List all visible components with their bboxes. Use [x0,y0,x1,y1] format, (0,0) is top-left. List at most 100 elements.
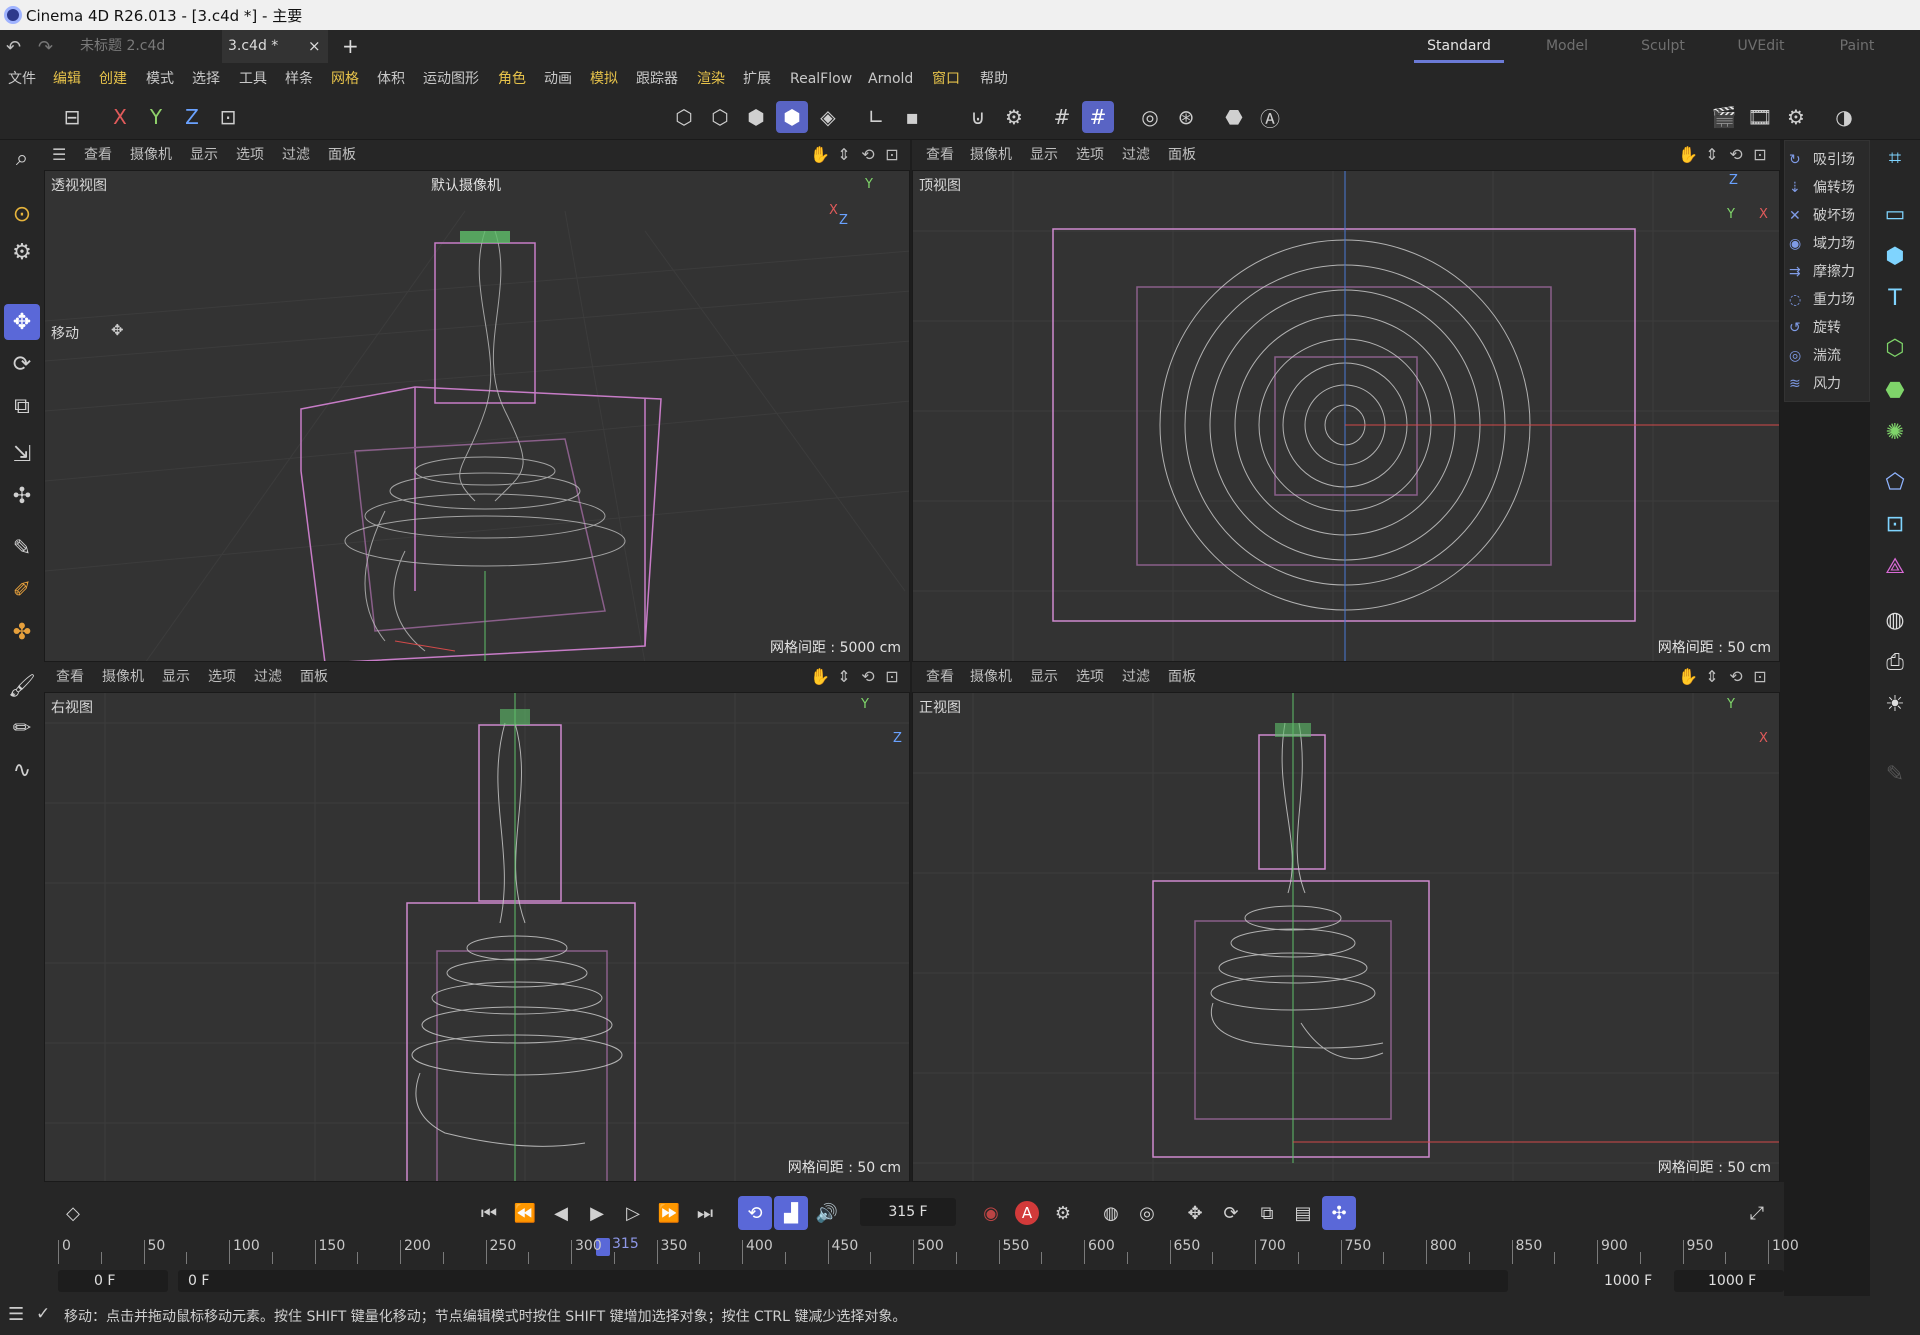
vp-menu-panel[interactable]: 面板 [1168,662,1196,692]
selection-tool-icon[interactable]: ⊙ [4,196,40,232]
vp-menu-view[interactable]: 查看 [84,140,112,170]
vp-menu-filter[interactable]: 过滤 [254,662,282,692]
cloner-icon[interactable]: ⬣ [1877,372,1913,408]
force-destructor[interactable]: ✕ 破坏场 [1789,203,1855,229]
maximize-icon[interactable]: ⊡ [1750,667,1770,687]
menu-character[interactable]: 角色 [498,63,526,95]
force-field[interactable]: ◉ 域力场 [1789,231,1855,257]
menu-window[interactable]: 窗口 [932,63,960,95]
record-icon[interactable]: ◉ [974,1196,1008,1230]
force-friction[interactable]: ⇉ 摩擦力 [1789,259,1855,285]
viewport-front[interactable]: 正视图 Y X 网格间距 : 50 cm [912,692,1780,1182]
maximize-icon[interactable]: ⊡ [1750,145,1770,165]
vp-menu-filter[interactable]: 过滤 [1122,662,1150,692]
subdivision-icon[interactable]: ⬡ [1877,330,1913,366]
tab-untitled-2[interactable]: 未标题 2.c4d [70,30,220,63]
orbit-icon[interactable]: ⟲ [858,667,878,687]
sound-icon[interactable]: 🔊 [810,1196,844,1230]
menu-volume[interactable]: 体积 [377,63,405,95]
viewport-top[interactable]: 顶视图 Z Y X 网格间距 : 50 cm [912,170,1780,662]
vp-menu-camera[interactable]: 摄像机 [970,140,1012,170]
redo-icon[interactable]: ↷ [38,37,53,58]
force-turbulence[interactable]: ◎ 湍流 [1789,343,1841,369]
playback-rate-icon[interactable]: ▟ [774,1196,808,1230]
autokey-icon[interactable]: A [1010,1196,1044,1230]
transform-tool-icon[interactable]: ⇲ [4,436,40,472]
vp-menu-display[interactable]: 显示 [1030,140,1058,170]
key-param-icon[interactable]: ⧉ [1250,1196,1284,1230]
undo-icon[interactable]: ↶ [6,37,21,58]
previous-frame-icon[interactable]: ◀ [544,1196,578,1230]
zoom-icon[interactable]: ⇕ [1702,145,1722,165]
scale-tool-icon[interactable]: ⧉ [4,388,40,424]
menu-edit[interactable]: 编辑 [53,63,81,95]
deformer-icon[interactable]: ⬠ [1877,464,1913,500]
key-scale-icon[interactable]: ⟳ [1214,1196,1248,1230]
force-deflector[interactable]: ⇣ 偏转场 [1789,175,1855,201]
vp-menu-options[interactable]: 选项 [236,140,264,170]
go-to-end-icon[interactable]: ⏭ [688,1196,722,1230]
zoom-icon[interactable]: ⇕ [834,667,854,687]
active-camera-label[interactable]: 默认摄像机 [431,175,501,195]
key-rotation-icon[interactable]: ◎ [1130,1196,1164,1230]
pan-hand-icon[interactable]: ✋ [1678,667,1698,687]
render-object-icon[interactable]: ⬣ [1218,101,1250,133]
menu-file[interactable]: 文件 [8,63,36,95]
vp-menu-options[interactable]: 选项 [1076,662,1104,692]
timeline-expand-icon[interactable]: ⤢ [1740,1196,1774,1230]
cube-icon[interactable]: ⬢ [1877,238,1913,274]
snap-settings-icon[interactable]: ⚙ [998,101,1030,133]
poly-pen-icon[interactable]: ✤ [4,614,40,650]
vp-menu-camera[interactable]: 摄像机 [130,140,172,170]
previous-key-icon[interactable]: ⏪ [508,1196,542,1230]
menu-realflow[interactable]: RealFlow [790,63,852,95]
tweak-tool-icon[interactable]: ⚙ [4,234,40,270]
environment-icon[interactable]: ◍ [1877,602,1913,638]
vp-menu-panel[interactable]: 面板 [1168,140,1196,170]
keyframe-diamond-icon[interactable]: ◇ [56,1196,90,1230]
solo-icon[interactable]: ▪ [896,101,928,133]
menu-spline[interactable]: 样条 [285,63,313,95]
text-icon[interactable]: T [1877,280,1913,316]
grid-snap-icon[interactable]: # [1046,101,1078,133]
render-to-picture-viewer-icon[interactable]: 🎞 [1744,101,1776,133]
axis-mode-icon[interactable]: ∟ [860,101,892,133]
menu-tools[interactable]: 工具 [239,63,267,95]
force-gravity[interactable]: ◌ 重力场 [1789,287,1855,313]
effector-icon[interactable]: ✺ [1877,414,1913,450]
spline-rectangle-icon[interactable]: ▭ [1877,196,1913,232]
menu-help[interactable]: 帮助 [980,63,1008,95]
vp-menu-filter[interactable]: 过滤 [282,140,310,170]
menu-select[interactable]: 选择 [192,63,220,95]
zoom-icon[interactable]: ⇕ [1702,667,1722,687]
menu-arnold[interactable]: Arnold [868,63,913,95]
force-wind[interactable]: ≋ 风力 [1789,371,1841,397]
viewport-menu-icon[interactable]: ☰ [52,140,66,170]
model-mode-icon[interactable]: ⬢ [776,101,808,133]
vp-menu-display[interactable]: 显示 [1030,662,1058,692]
vp-menu-panel[interactable]: 面板 [328,140,356,170]
polygons-mode-icon[interactable]: ⬢ [740,101,772,133]
menu-mode[interactable]: 模式 [146,63,174,95]
key-position-icon[interactable]: ◍ [1094,1196,1128,1230]
menu-animate[interactable]: 动画 [544,63,572,95]
move-tool-icon[interactable]: ✥ [4,304,40,340]
force-rotation[interactable]: ↺ 旋转 [1789,315,1841,341]
menu-mesh[interactable]: 网格 [331,63,359,95]
field-icon[interactable]: ⊡ [1877,506,1913,542]
zoom-icon[interactable]: ⇕ [834,145,854,165]
texture-mode-icon[interactable]: ◈ [812,101,844,133]
brush-icon[interactable]: 🖌 [4,668,40,704]
edges-mode-icon[interactable]: ⬡ [704,101,736,133]
workplane-snap-icon[interactable]: # [1082,101,1114,133]
next-frame-icon[interactable]: ▷ [616,1196,650,1230]
interactive-render-icon[interactable]: ◑ [1828,101,1860,133]
viewport-right[interactable]: 右视图 Y Z 网格间距 : 50 cm [44,692,910,1182]
key-point-icon[interactable]: ✣ [1322,1196,1356,1230]
key-pla-icon[interactable]: ▤ [1286,1196,1320,1230]
vp-menu-view[interactable]: 查看 [926,662,954,692]
maximize-icon[interactable]: ⊡ [882,145,902,165]
orbit-icon[interactable]: ⟲ [858,145,878,165]
range-start-field[interactable]: 0 F [178,1270,1508,1292]
vp-menu-filter[interactable]: 过滤 [1122,140,1150,170]
